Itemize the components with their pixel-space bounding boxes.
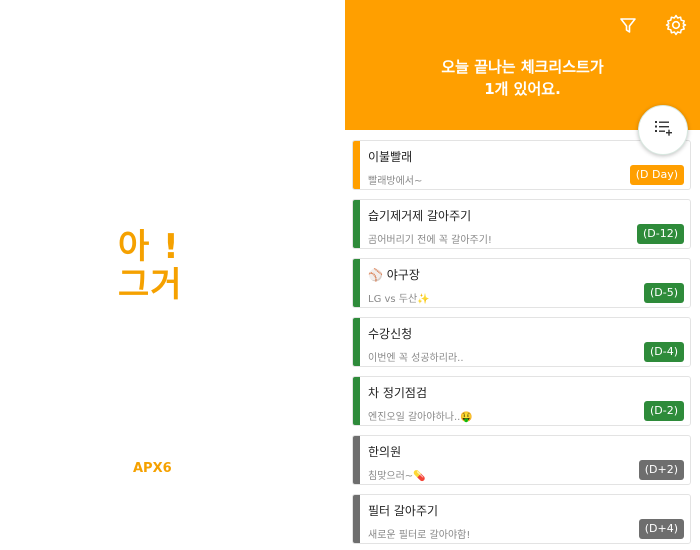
checklist: 이불빨래빨래방에서~ (D Day) 습기제거제 갈아주기곰어버리기 전에 꼭 갈아… bbox=[352, 140, 693, 550]
checklist-item[interactable]: ⚾ 야구장 LG vs 두산✨ (D-5) bbox=[352, 258, 691, 308]
status-bar bbox=[353, 436, 360, 484]
dday-badge: (D+4) bbox=[638, 519, 684, 539]
checklist-item[interactable]: 필터 갈아주기새로운 필터로 갈아야함! (D+4) bbox=[352, 494, 691, 544]
item-subtitle: 빨래방에서~ bbox=[368, 176, 423, 187]
filter-icon[interactable] bbox=[615, 12, 641, 38]
status-bar bbox=[353, 495, 360, 543]
checklist-item[interactable]: 한의원침맞으러~💊 (D+2) bbox=[352, 435, 691, 485]
item-title: 수강신청 bbox=[368, 327, 413, 341]
dday-badge: (D-12) bbox=[636, 224, 684, 244]
logo-line-2: 그거 bbox=[118, 265, 183, 305]
status-bar bbox=[353, 318, 360, 366]
dday-badge: (D-5) bbox=[643, 283, 684, 303]
item-subtitle: 새로운 필터로 갈아야함! bbox=[368, 530, 471, 541]
status-bar bbox=[353, 141, 360, 189]
summary-line-1: 오늘 끝나는 체크리스트가 bbox=[441, 58, 604, 76]
item-title: 한의원 bbox=[368, 445, 402, 459]
add-list-button[interactable] bbox=[638, 105, 688, 155]
status-bar bbox=[353, 377, 360, 425]
status-bar bbox=[353, 200, 360, 248]
item-subtitle: 곰어버리기 전에 꼭 갈아주기! bbox=[368, 235, 492, 246]
checklist-item[interactable]: 수강신청이번엔 꼭 성공하리라.. (D-4) bbox=[352, 317, 691, 367]
item-subtitle: 침맞으러~💊 bbox=[368, 471, 426, 482]
dday-badge: (D+2) bbox=[638, 460, 684, 480]
gear-icon[interactable] bbox=[663, 12, 689, 38]
dday-badge: (D-4) bbox=[643, 342, 684, 362]
item-title: ⚾ 야구장 bbox=[368, 268, 420, 282]
status-bar bbox=[353, 259, 360, 307]
summary-line-2: 1개 있어요. bbox=[484, 80, 561, 98]
brand-name: APX6 bbox=[133, 461, 172, 476]
item-title: 이불빨래 bbox=[368, 150, 413, 164]
checklist-screen: 오늘 끝나는 체크리스트가 1개 있어요. 이불빨래빨래방에서~ (D Day) 습… bbox=[345, 0, 700, 550]
item-subtitle: LG vs 두산✨ bbox=[368, 294, 430, 305]
item-subtitle: 이번엔 꼭 성공하리라.. bbox=[368, 353, 464, 364]
item-title: 습기제거제 갈아주기 bbox=[368, 209, 472, 223]
today-summary: 오늘 끝나는 체크리스트가 1개 있어요. bbox=[345, 56, 700, 100]
checklist-item[interactable]: 습기제거제 갈아주기곰어버리기 전에 꼭 갈아주기! (D-12) bbox=[352, 199, 691, 249]
add-list-icon bbox=[653, 118, 673, 142]
checklist-item[interactable]: 차 정기점검엔진오일 갈아야하나..🤑 (D-2) bbox=[352, 376, 691, 426]
dday-badge: (D Day) bbox=[629, 165, 684, 185]
dday-badge: (D-2) bbox=[643, 401, 684, 421]
splash-panel: 아 ! 그거 APX6 bbox=[0, 0, 345, 550]
item-title: 차 정기점검 bbox=[368, 386, 428, 400]
item-subtitle: 엔진오일 갈아야하나..🤑 bbox=[368, 412, 473, 423]
checklist-item[interactable]: 이불빨래빨래방에서~ (D Day) bbox=[352, 140, 691, 190]
app-logo: 아 ! 그거 bbox=[118, 228, 183, 304]
logo-line-1: 아 ! bbox=[118, 227, 180, 267]
item-title: 필터 갈아주기 bbox=[368, 504, 439, 518]
